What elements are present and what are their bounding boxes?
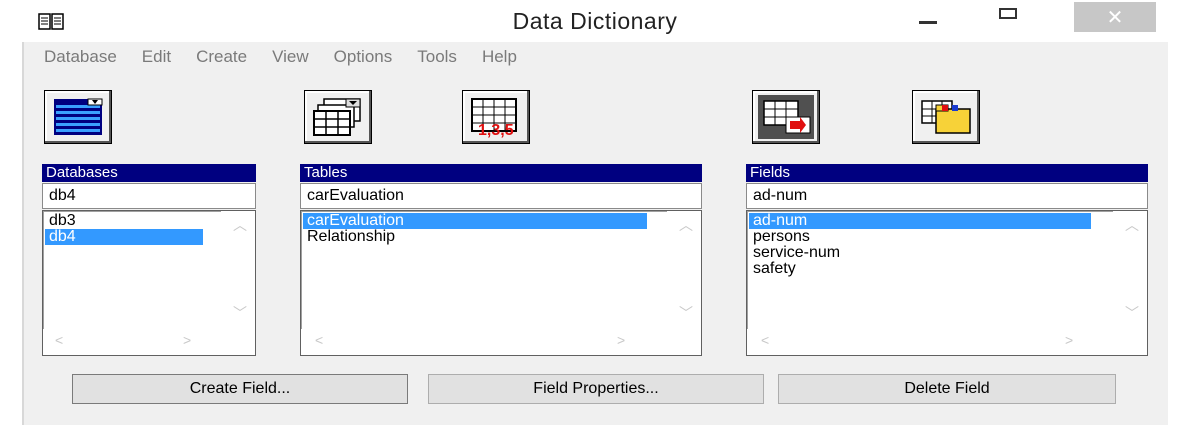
vertical-scrollbar[interactable]: ︿ ﹀ [667, 211, 701, 329]
fields-listbox[interactable]: ad-num persons service-num safety ︿ ﹀ < … [746, 210, 1148, 356]
chevron-right-icon[interactable]: > [183, 332, 191, 348]
minimize-icon [919, 20, 937, 24]
chevron-right-icon[interactable]: > [617, 332, 625, 348]
chevron-down-icon[interactable]: ﹀ [1125, 303, 1139, 323]
chevron-down-icon[interactable]: ﹀ [233, 303, 247, 323]
toolbar-relation-table-button[interactable] [752, 90, 820, 144]
close-icon: ✕ [1106, 6, 1124, 29]
table-select-icon [313, 98, 361, 136]
horizontal-scrollbar[interactable]: < > [43, 329, 255, 355]
chevron-up-icon[interactable]: ︿ [233, 215, 247, 235]
data-dictionary-window: Data Dictionary ✕ Database Edit Create V… [22, 0, 1168, 425]
field-name-field[interactable]: ad-num [746, 183, 1148, 209]
fields-label: Fields [746, 164, 1148, 182]
chevron-up-icon[interactable]: ︿ [1125, 215, 1139, 235]
table-numbered-icon: 1,3,5 [471, 98, 517, 139]
list-item[interactable]: db4 [45, 229, 203, 245]
menu-options[interactable]: Options [334, 47, 393, 67]
client-area: Database Edit Create View Options Tools … [22, 42, 1168, 425]
list-item[interactable]: persons [749, 229, 1091, 245]
toolbar-database-button[interactable] [44, 90, 112, 144]
chevron-left-icon[interactable]: < [55, 332, 63, 348]
title-bar[interactable]: Data Dictionary ✕ [22, 0, 1168, 42]
close-button[interactable]: ✕ [1074, 2, 1156, 32]
horizontal-scrollbar[interactable]: < > [747, 329, 1147, 355]
menu-database[interactable]: Database [44, 47, 117, 67]
databases-label: Databases [42, 164, 256, 182]
horizontal-scrollbar[interactable]: < > [301, 329, 701, 355]
chevron-down-icon[interactable]: ﹀ [679, 303, 693, 323]
toolbar-folders-button[interactable] [912, 90, 980, 144]
menu-help[interactable]: Help [482, 47, 517, 67]
chevron-left-icon[interactable]: < [761, 332, 769, 348]
database-icon [54, 98, 103, 135]
vertical-scrollbar[interactable]: ︿ ﹀ [221, 211, 255, 329]
toolbar-numbered-table-button[interactable]: 1,3,5 [462, 90, 530, 144]
list-item[interactable]: safety [749, 261, 1091, 277]
table-relation-icon [758, 95, 814, 139]
menu-edit[interactable]: Edit [142, 47, 171, 67]
list-item[interactable]: service-num [749, 245, 1091, 261]
maximize-button[interactable] [982, 2, 1034, 32]
list-item[interactable]: ad-num [749, 213, 1091, 229]
field-properties-button[interactable]: Field Properties... [428, 374, 764, 404]
delete-field-button[interactable]: Delete Field [778, 374, 1116, 404]
tables-label: Tables [300, 164, 702, 182]
menu-create[interactable]: Create [196, 47, 247, 67]
menu-tools[interactable]: Tools [417, 47, 457, 67]
list-item[interactable]: db3 [45, 213, 203, 229]
tables-listbox[interactable]: carEvaluation Relationship ︿ ﹀ < > [300, 210, 702, 356]
maximize-icon [999, 7, 1017, 19]
list-item[interactable]: carEvaluation [303, 213, 647, 229]
create-field-button[interactable]: Create Field... [72, 374, 408, 404]
svg-text:1,3,5: 1,3,5 [478, 122, 514, 139]
databases-listbox[interactable]: db3 db4 ︿ ﹀ < > [42, 210, 256, 356]
list-item[interactable]: Relationship [303, 229, 647, 245]
folders-table-icon [921, 100, 971, 134]
menu-view[interactable]: View [272, 47, 309, 67]
vertical-scrollbar[interactable]: ︿ ﹀ [1113, 211, 1147, 329]
chevron-right-icon[interactable]: > [1065, 332, 1073, 348]
menu-bar: Database Edit Create View Options Tools … [24, 42, 522, 72]
database-name-field[interactable]: db4 [42, 183, 256, 209]
toolbar-table-select-button[interactable] [304, 90, 372, 144]
minimize-button[interactable] [902, 2, 954, 32]
table-name-field[interactable]: carEvaluation [300, 183, 702, 209]
chevron-left-icon[interactable]: < [315, 332, 323, 348]
chevron-up-icon[interactable]: ︿ [679, 215, 693, 235]
